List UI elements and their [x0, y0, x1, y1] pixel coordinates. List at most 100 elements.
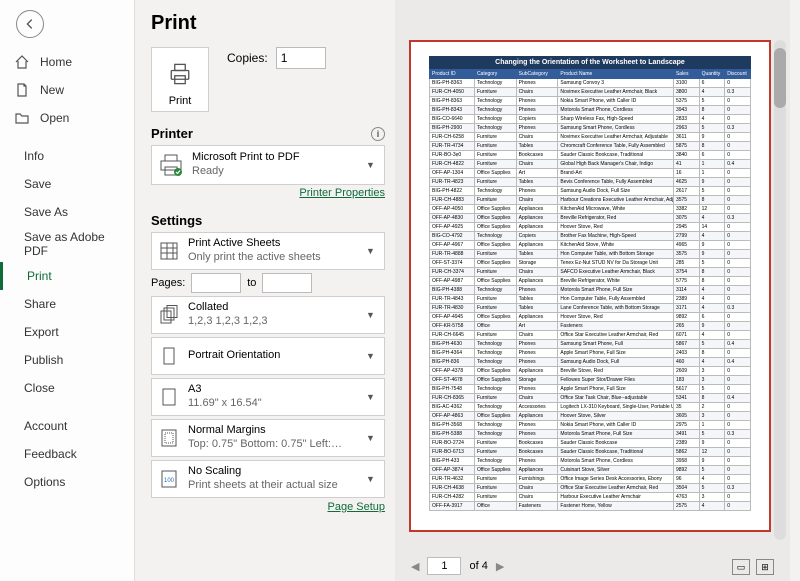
col-header: Category: [474, 70, 516, 79]
table-row: FUR-CH-6258FurnitureChairsNovimex Execut…: [430, 133, 751, 142]
table-row: BIG-PH-3568TechnologyPhonesNokia Smart P…: [430, 421, 751, 430]
table-row: BIG-AC-4362TechnologyAccessoriesLogitech…: [430, 403, 751, 412]
setting-title: A3: [188, 383, 366, 397]
print-button[interactable]: Print: [151, 47, 209, 112]
setting-margins[interactable]: Normal MarginsTop: 0.75" Bottom: 0.75" L…: [151, 419, 385, 457]
nav-export[interactable]: Export: [0, 318, 134, 346]
sheets-icon: [158, 240, 180, 262]
nav-label: Save As: [24, 205, 68, 219]
setting-print-area[interactable]: Print Active SheetsOnly print the active…: [151, 232, 385, 270]
pages-range-row: Pages: to: [151, 273, 385, 293]
table-row: FUR-TR-4830FurnitureTablesLane Conferenc…: [430, 304, 751, 313]
back-button[interactable]: [16, 10, 44, 38]
nav-label: Save as Adobe PDF: [24, 230, 120, 258]
nav-label: Close: [24, 381, 55, 395]
table-row: OFF-AP-4987Office SuppliesAppliancesBrev…: [430, 277, 751, 286]
setting-title: Print Active Sheets: [188, 237, 366, 251]
nav-share[interactable]: Share: [0, 290, 134, 318]
next-page-button[interactable]: ▶: [496, 560, 504, 573]
col-header: Product ID: [430, 70, 475, 79]
scrollbar-thumb[interactable]: [774, 48, 786, 108]
setting-sub: 1,2,3 1,2,3 1,2,3: [188, 315, 366, 329]
page-setup-link[interactable]: Page Setup: [151, 501, 385, 513]
nav-label: New: [40, 83, 64, 97]
setting-sub: Only print the active sheets: [188, 251, 366, 265]
col-header: Discount: [725, 70, 751, 79]
setting-scaling[interactable]: 100 No ScalingPrint sheets at their actu…: [151, 460, 385, 498]
nav-home[interactable]: Home: [0, 48, 134, 76]
copies-input[interactable]: [276, 47, 326, 69]
printer-selector[interactable]: Microsoft Print to PDF Ready ▼: [151, 145, 385, 185]
table-row: BIG-PH-2900TechnologyPhonesSamsung Smart…: [430, 124, 751, 133]
pages-to-input[interactable]: [262, 273, 312, 293]
setting-paper-size[interactable]: A311.69" x 16.54" ▼: [151, 378, 385, 416]
col-header: Sales: [673, 70, 699, 79]
pages-from-input[interactable]: [191, 273, 241, 293]
table-row: FUR-BO-2724FurnitureBookcasesSauder Clas…: [430, 439, 751, 448]
table-row: FUR-CH-4282FurnitureChairsHarbour Execut…: [430, 493, 751, 502]
table-row: FUR-TR-4888FurnitureTablesHon Computer T…: [430, 250, 751, 259]
nav-open[interactable]: Open: [0, 104, 134, 132]
zoom-to-page-button[interactable]: ▭: [732, 559, 750, 575]
setting-orientation[interactable]: Portrait Orientation ▼: [151, 337, 385, 375]
page-navigation: ◀ of 4 ▶: [411, 557, 504, 575]
open-icon: [14, 110, 30, 126]
nav-info[interactable]: Info: [0, 142, 134, 170]
printer-device-icon: [158, 152, 184, 178]
page-number-input[interactable]: [427, 557, 461, 575]
table-row: OFF-AP-4830Office SuppliesAppliancesBrev…: [430, 214, 751, 223]
page-title: Print: [151, 12, 385, 35]
setting-title: No Scaling: [188, 465, 366, 479]
nav-publish[interactable]: Publish: [0, 346, 134, 374]
preview-page: Changing the Orientation of the Workshee…: [409, 40, 771, 532]
zoom-margins-button[interactable]: ⊞: [756, 559, 774, 575]
table-row: BIG-PH-7548TechnologyPhonesApple Smart P…: [430, 385, 751, 394]
table-row: BIG-PH-8363TechnologyPhonesNokia Smart P…: [430, 97, 751, 106]
preview-doc-title: Changing the Orientation of the Workshee…: [429, 56, 751, 69]
table-row: FUR-TR-4734FurnitureTablesChromcraft Con…: [430, 142, 751, 151]
nav-label: Open: [40, 111, 69, 125]
nav-feedback[interactable]: Feedback: [0, 440, 134, 468]
printer-properties-link[interactable]: Printer Properties: [151, 187, 385, 199]
nav-label: Publish: [24, 353, 63, 367]
nav-account[interactable]: Account: [0, 412, 134, 440]
nav-saveas[interactable]: Save As: [0, 198, 134, 226]
table-row: OFF-AP-1304Office SuppliesArtBrand-Art16…: [430, 169, 751, 178]
nav-save[interactable]: Save: [0, 170, 134, 198]
col-header: SubCategory: [516, 70, 558, 79]
table-row: FUR-CH-4883FurnitureChairsHarbour Creati…: [430, 196, 751, 205]
page-size-icon: [158, 386, 180, 408]
home-icon: [14, 54, 30, 70]
nav-new[interactable]: New: [0, 76, 134, 104]
chevron-down-icon: ▼: [366, 310, 378, 320]
preview-scrollbar[interactable]: [774, 40, 786, 540]
table-row: OFF-KR-5758OfficeArtFasteners26590: [430, 322, 751, 331]
table-row: BIG-PH-4388TechnologyPhonesMotorola Smar…: [430, 286, 751, 295]
table-row: OFF-ST-3374Office SuppliesStorageTenex E…: [430, 259, 751, 268]
table-row: BIG-PH-836TechnologyPhonesSamsung Audio …: [430, 358, 751, 367]
printer-name: Microsoft Print to PDF: [192, 151, 366, 165]
table-row: OFF-AP-4945Office SuppliesAppliancesHoov…: [430, 313, 751, 322]
nav-options[interactable]: Options: [0, 468, 134, 496]
nav-label: Options: [24, 475, 65, 489]
print-button-label: Print: [169, 95, 192, 107]
print-settings-panel: Print Print Copies: Printer i Microsoft …: [135, 0, 395, 581]
new-icon: [14, 82, 30, 98]
chevron-down-icon: ▼: [366, 351, 378, 361]
table-row: FUR-BO-6713FurnitureBookcasesSauder Clas…: [430, 448, 751, 457]
prev-page-button[interactable]: ◀: [411, 560, 419, 573]
portrait-icon: [158, 345, 180, 367]
table-row: FUR-CH-6645FurnitureChairsOffice Star Ex…: [430, 331, 751, 340]
info-icon[interactable]: i: [371, 127, 385, 141]
nav-close[interactable]: Close: [0, 374, 134, 402]
nav-print[interactable]: Print: [0, 262, 134, 290]
table-row: BIG-PH-433TechnologyPhonesMotorola Smart…: [430, 457, 751, 466]
chevron-down-icon: ▼: [366, 433, 378, 443]
setting-sub: Top: 0.75" Bottom: 0.75" Left:…: [188, 438, 366, 452]
setting-collation[interactable]: Collated1,2,3 1,2,3 1,2,3 ▼: [151, 296, 385, 334]
settings-section-head: Settings: [151, 213, 202, 228]
table-row: BIG-CO-6640TechnologyCopiersSharp Wirele…: [430, 115, 751, 124]
table-row: OFF-AP-4925Office SuppliesAppliancesHoov…: [430, 223, 751, 232]
table-row: BIG-CO-4792TechnologyCopiersBrother Fax …: [430, 232, 751, 241]
nav-save-adobe-pdf[interactable]: Save as Adobe PDF: [0, 226, 134, 262]
